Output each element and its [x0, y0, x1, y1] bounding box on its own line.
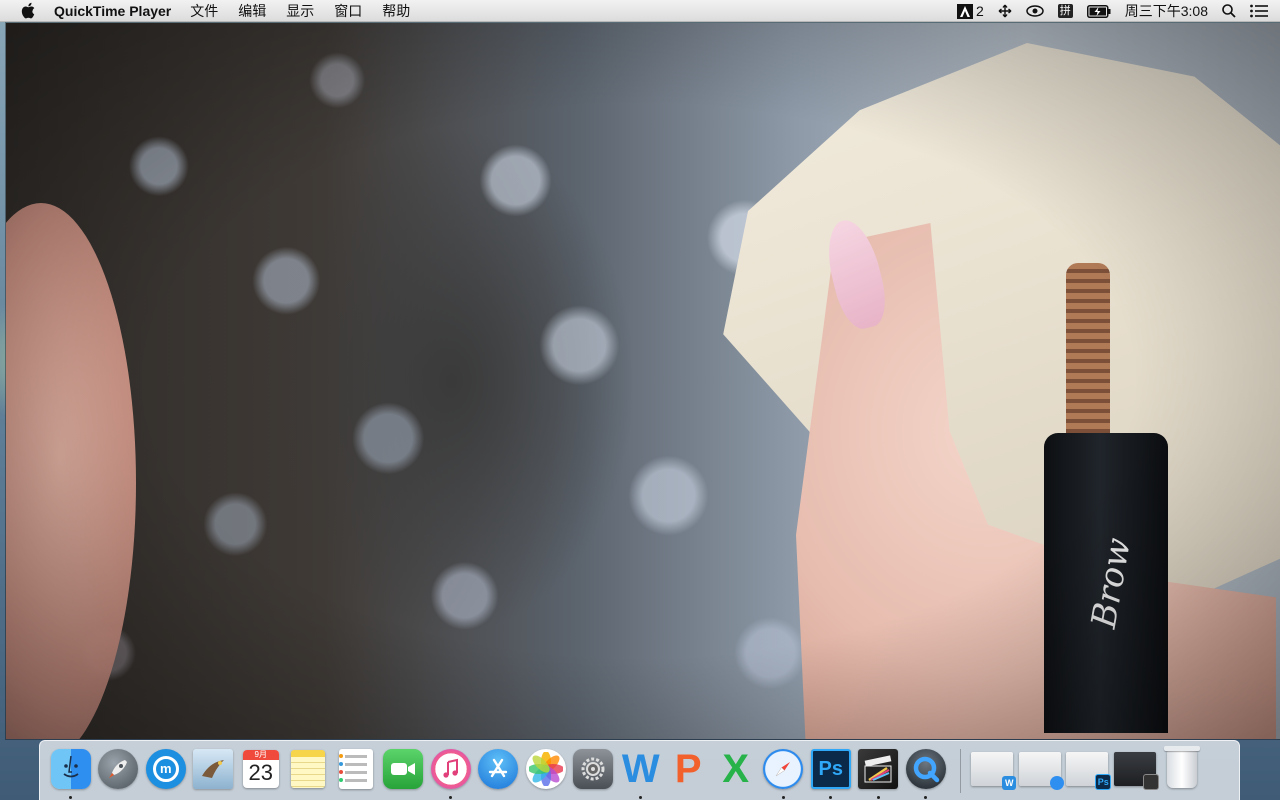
apple-menu-icon[interactable] [20, 2, 36, 20]
trash-icon [1164, 745, 1201, 788]
clock[interactable]: 周三下午3:08 [1118, 0, 1215, 22]
quicktime-icon [905, 748, 946, 789]
dock-separator [959, 748, 961, 793]
finder-icon [50, 748, 91, 789]
dock-calendar[interactable]: 9月 23 [240, 748, 282, 790]
calendar-month: 9月 [242, 749, 279, 760]
minimized-window-thumbnail [1113, 751, 1159, 790]
reminders-icon [338, 748, 373, 789]
running-indicator [876, 795, 880, 799]
system-preferences-icon [573, 748, 614, 789]
eye-icon [1026, 5, 1044, 17]
dock-excel[interactable]: X [715, 748, 757, 790]
calendar-day: 23 [248, 759, 273, 785]
dock-app-store[interactable] [477, 748, 519, 790]
notification-center-icon[interactable] [1243, 0, 1280, 22]
mail-icon [193, 748, 234, 789]
dock-quicktime[interactable] [905, 748, 947, 799]
excel-icon: X [722, 746, 750, 791]
running-indicator [69, 795, 73, 799]
dock-powerpoint[interactable]: P [667, 748, 709, 790]
minimized-window-thumbnail: Ps [1066, 751, 1112, 790]
dock-itunes[interactable] [430, 748, 472, 799]
dock-system-preferences[interactable] [572, 748, 614, 790]
safari-badge-icon [1049, 775, 1064, 790]
dock-word[interactable]: W [620, 746, 662, 799]
minimized-badge: Ps [1095, 773, 1112, 790]
calendar-icon: 9月 23 [242, 749, 279, 788]
dock-finder[interactable] [50, 748, 92, 799]
menu-view[interactable]: 显示 [276, 0, 324, 22]
dock-safari[interactable] [762, 748, 804, 799]
photos-icon [525, 748, 566, 789]
menu-bar-left: QuickTime Player 文件 编辑 显示 窗口 帮助 [0, 0, 420, 22]
dock-reminders[interactable] [335, 748, 377, 790]
safari-icon [763, 748, 804, 789]
final-cut-badge-icon [1142, 773, 1159, 790]
dock-minimized-final-cut[interactable] [1113, 748, 1159, 790]
menu-bar-status: 2 拼 周三下午3:08 [950, 0, 1280, 22]
menu-file[interactable]: 文件 [180, 0, 228, 22]
dock-maxthon[interactable]: m [145, 748, 187, 790]
dock-launchpad[interactable] [97, 748, 139, 790]
input-method-item[interactable]: 拼 [1051, 0, 1080, 22]
adobe-update-count: 2 [975, 3, 984, 19]
menu-app-name[interactable]: QuickTime Player [54, 0, 180, 22]
dock-minimized-safari[interactable] [1018, 748, 1064, 790]
dock-photos[interactable] [525, 748, 567, 790]
tunnel-status-item[interactable] [991, 0, 1019, 22]
notes-icon [291, 749, 326, 788]
facetime-icon [383, 748, 424, 789]
dock-minimized-photoshop[interactable]: Ps [1066, 748, 1112, 790]
running-indicator [781, 795, 785, 799]
cloud-status-item[interactable] [1019, 0, 1051, 22]
powerpoint-icon: P [674, 746, 702, 791]
dock-final-cut-pro[interactable] [857, 748, 899, 799]
running-indicator [829, 795, 833, 799]
adobe-icon [956, 3, 973, 19]
input-method-label: 拼 [1057, 4, 1073, 18]
photoshop-label: Ps [818, 757, 843, 780]
word-icon: W [621, 746, 660, 791]
arrows-icon [998, 4, 1012, 18]
menu-bar: QuickTime Player 文件 编辑 显示 窗口 帮助 2 拼 周三下午… [0, 0, 1280, 22]
final-cut-pro-icon [858, 748, 899, 789]
battery-charging-icon [1086, 4, 1111, 18]
dock-notes[interactable] [287, 748, 329, 790]
dock-minimized-word[interactable]: W [971, 748, 1017, 790]
menu-help[interactable]: 帮助 [372, 0, 420, 22]
app-store-icon [478, 748, 519, 789]
photoshop-icon: Ps [810, 748, 851, 789]
adobe-status-item[interactable]: 2 [950, 0, 991, 22]
brow-brush-wand [1066, 263, 1110, 443]
dock-trash[interactable] [1161, 745, 1203, 790]
running-indicator [639, 795, 643, 799]
itunes-icon [430, 748, 471, 789]
spotlight-icon[interactable] [1215, 0, 1243, 22]
dock-facetime[interactable] [382, 748, 424, 790]
minimized-window-thumbnail [1018, 751, 1064, 790]
dock-photoshop[interactable]: Ps [810, 748, 852, 799]
minimized-badge: W [1002, 775, 1017, 790]
launchpad-icon [98, 748, 139, 789]
maxthon-icon: m [145, 748, 186, 789]
menu-window[interactable]: 窗口 [324, 0, 372, 22]
running-indicator [449, 795, 453, 799]
running-indicator [924, 795, 928, 799]
minimized-window-thumbnail: W [971, 751, 1017, 790]
battery-status-item[interactable] [1080, 0, 1118, 22]
quicktime-video-player[interactable]: Brow [6, 23, 1280, 739]
dock: m 9月 23 W P X Ps W Ps [39, 740, 1240, 800]
menu-edit[interactable]: 编辑 [228, 0, 276, 22]
dock-mail[interactable] [192, 748, 234, 790]
